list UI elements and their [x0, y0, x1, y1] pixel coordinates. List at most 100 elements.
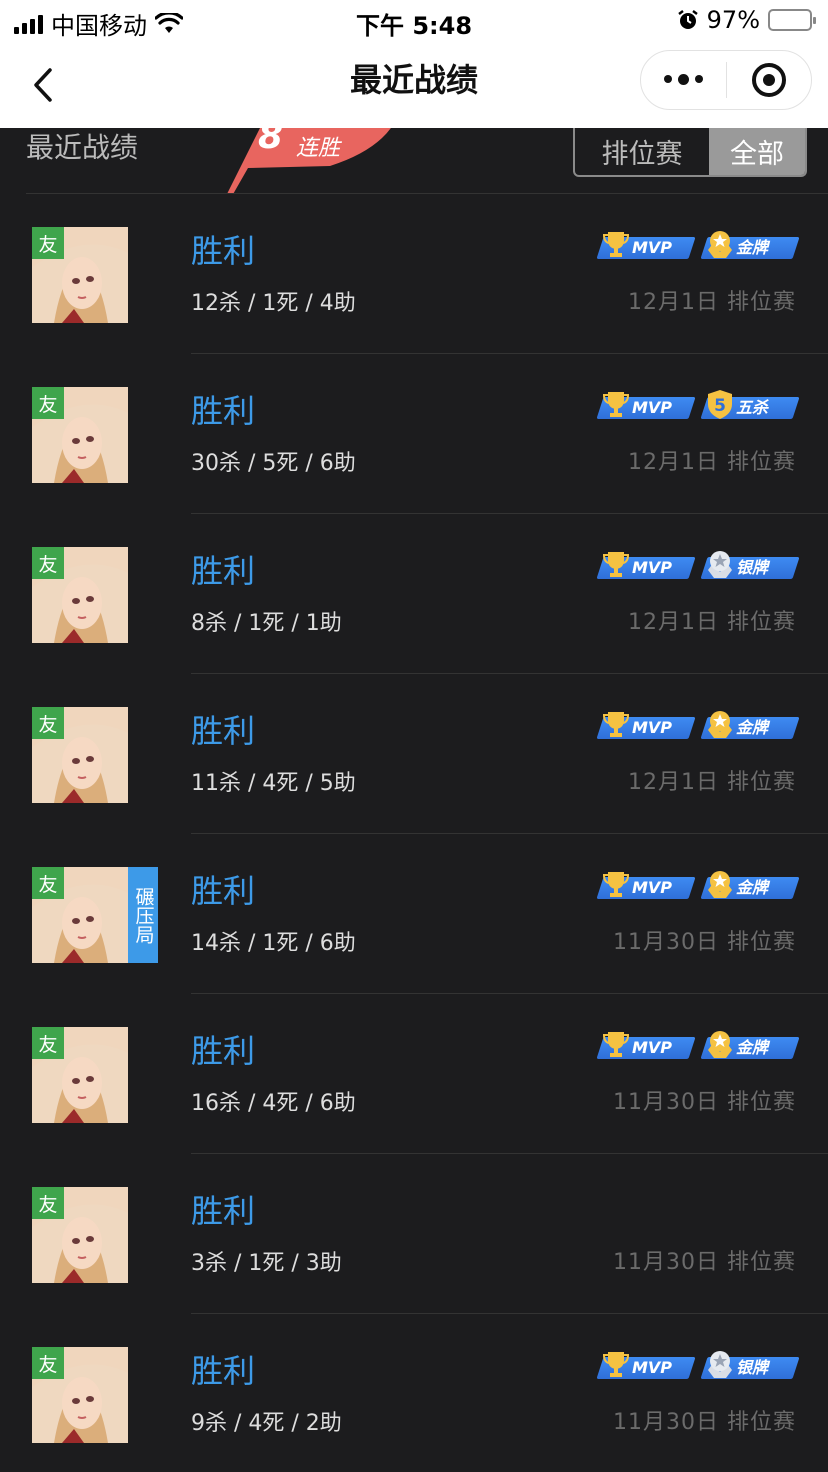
gold-medal-icon	[708, 711, 732, 738]
trophy-badge: MVP	[596, 708, 696, 744]
kda-stats: 16杀 / 4死 / 6助	[191, 1091, 356, 1116]
friend-badge: 友	[32, 707, 64, 739]
match-row[interactable]: 友 胜利 3杀 / 1死 / 3助 11月30日 排位赛	[0, 1154, 828, 1314]
mode-filter-tabs: 排位赛 全部	[573, 128, 807, 177]
friend-badge: 友	[32, 867, 64, 899]
match-list: 友 胜利 12杀 / 1死 / 4助 MVP 金牌 12月1日 排位赛 友 胜利 …	[0, 194, 828, 1472]
penta-kill-badge: 5 五杀	[700, 388, 800, 424]
alarm-icon	[677, 10, 698, 29]
match-badges: MVP 金牌	[596, 868, 800, 904]
gold-medal-badge: 金牌	[700, 228, 800, 264]
close-miniprogram-button[interactable]	[727, 63, 812, 97]
badge-label: MVP	[632, 558, 673, 577]
match-result: 胜利	[191, 872, 256, 910]
match-date-mode: 12月1日 排位赛	[628, 450, 796, 475]
match-date-mode: 11月30日 排位赛	[613, 1250, 796, 1275]
match-result: 胜利	[191, 712, 256, 750]
streak-label: 连胜	[296, 136, 341, 161]
more-options-icon[interactable]	[641, 74, 726, 85]
trophy-icon	[602, 552, 630, 577]
trophy-icon	[602, 1352, 630, 1377]
trophy-icon	[602, 712, 630, 737]
gold-medal-badge: 金牌	[700, 868, 800, 904]
match-badges: MVP 金牌	[596, 228, 800, 264]
badge-label: MVP	[632, 1038, 673, 1057]
kda-stats: 14杀 / 1死 / 6助	[191, 931, 356, 956]
kda-stats: 8杀 / 1死 / 1助	[191, 611, 342, 636]
match-date-mode: 11月30日 排位赛	[613, 1410, 796, 1435]
match-date-mode: 12月1日 排位赛	[628, 770, 796, 795]
crush-game-tag: 碾压局	[128, 867, 158, 963]
match-row[interactable]: 友 碾压局 胜利 14杀 / 1死 / 6助 MVP 金牌 11月30日 排位赛	[0, 834, 828, 994]
badge-label: 五杀	[736, 398, 769, 417]
badge-label: MVP	[632, 1358, 673, 1377]
badge-label: 金牌	[736, 878, 769, 897]
match-row[interactable]: 友 胜利 8杀 / 1死 / 1助 MVP 银牌 12月1日 排位赛	[0, 514, 828, 674]
match-row[interactable]: 友 胜利 16杀 / 4死 / 6助 MVP 金牌 11月30日 排位赛	[0, 994, 828, 1154]
gold-medal-icon	[708, 1031, 732, 1058]
friend-badge: 友	[32, 1347, 64, 1379]
badge-label: MVP	[632, 398, 673, 417]
badge-label: 金牌	[736, 238, 769, 257]
trophy-icon	[602, 232, 630, 257]
friend-badge: 友	[32, 1187, 64, 1219]
trophy-badge: MVP	[596, 1348, 696, 1384]
kda-stats: 30杀 / 5死 / 6助	[191, 451, 356, 476]
section-header: 最近战绩 8 连胜 排位赛 全部	[0, 128, 828, 194]
kda-stats: 9杀 / 4死 / 2助	[191, 1411, 342, 1436]
svg-text:5: 5	[714, 396, 726, 416]
match-row[interactable]: 友 胜利 30杀 / 5死 / 6助 MVP 5 五杀 12月1日 排位赛	[0, 354, 828, 514]
badge-label: 金牌	[736, 1038, 769, 1057]
kda-stats: 3杀 / 1死 / 3助	[191, 1251, 342, 1276]
section-title: 最近战绩	[26, 131, 139, 164]
friend-badge: 友	[32, 1027, 64, 1059]
badge-label: MVP	[632, 878, 673, 897]
match-badges: MVP 银牌	[596, 1348, 800, 1384]
friend-badge: 友	[32, 227, 64, 259]
streak-count: 8	[258, 128, 284, 157]
trophy-badge: MVP	[596, 548, 696, 584]
match-result: 胜利	[191, 1032, 256, 1070]
friend-badge: 友	[32, 387, 64, 419]
trophy-badge: MVP	[596, 388, 696, 424]
gold-medal-icon	[708, 231, 732, 258]
nav-bar: 最近战绩	[0, 44, 828, 128]
status-bar: 中国移动 下午 5:48 97%	[0, 0, 828, 44]
match-date-mode: 11月30日 排位赛	[613, 1090, 796, 1115]
badge-label: 银牌	[736, 558, 769, 577]
badge-label: 金牌	[736, 718, 769, 737]
silver-medal-badge: 银牌	[700, 1348, 800, 1384]
gold-medal-badge: 金牌	[700, 708, 800, 744]
silver-medal-badge: 银牌	[700, 548, 800, 584]
match-badges: MVP 银牌	[596, 548, 800, 584]
target-icon	[751, 63, 786, 97]
match-result: 胜利	[191, 392, 256, 430]
tab-all[interactable]: 全部	[709, 128, 805, 175]
match-badges: MVP 金牌	[596, 1028, 800, 1064]
trophy-icon	[602, 392, 630, 417]
match-date-mode: 12月1日 排位赛	[628, 290, 796, 315]
gold-medal-icon	[708, 871, 732, 898]
trophy-icon	[602, 1032, 630, 1057]
kda-stats: 12杀 / 1死 / 4助	[191, 291, 356, 316]
penta-kill-icon: 5	[708, 390, 732, 419]
trophy-badge: MVP	[596, 868, 696, 904]
match-badges: MVP 5 五杀	[596, 388, 800, 424]
kda-stats: 11杀 / 4死 / 5助	[191, 771, 356, 796]
match-row[interactable]: 友 胜利 11杀 / 4死 / 5助 MVP 金牌 12月1日 排位赛	[0, 674, 828, 834]
match-date-mode: 12月1日 排位赛	[628, 610, 796, 635]
gold-medal-badge: 金牌	[700, 1028, 800, 1064]
trophy-badge: MVP	[596, 228, 696, 264]
trophy-badge: MVP	[596, 1028, 696, 1064]
match-result: 胜利	[191, 232, 256, 270]
miniprogram-capsule	[640, 50, 812, 110]
tab-ranked[interactable]: 排位赛	[575, 128, 709, 175]
match-row[interactable]: 友 胜利 12杀 / 1死 / 4助 MVP 金牌 12月1日 排位赛	[0, 194, 828, 354]
badge-label: MVP	[632, 718, 673, 737]
match-row[interactable]: 友 胜利 9杀 / 4死 / 2助 MVP 银牌 11月30日 排位赛	[0, 1314, 828, 1472]
battery-percent: 97%	[706, 6, 760, 34]
silver-medal-icon	[708, 1351, 732, 1378]
friend-badge: 友	[32, 547, 64, 579]
battery-icon	[768, 9, 816, 31]
badge-label: 银牌	[736, 1358, 769, 1377]
